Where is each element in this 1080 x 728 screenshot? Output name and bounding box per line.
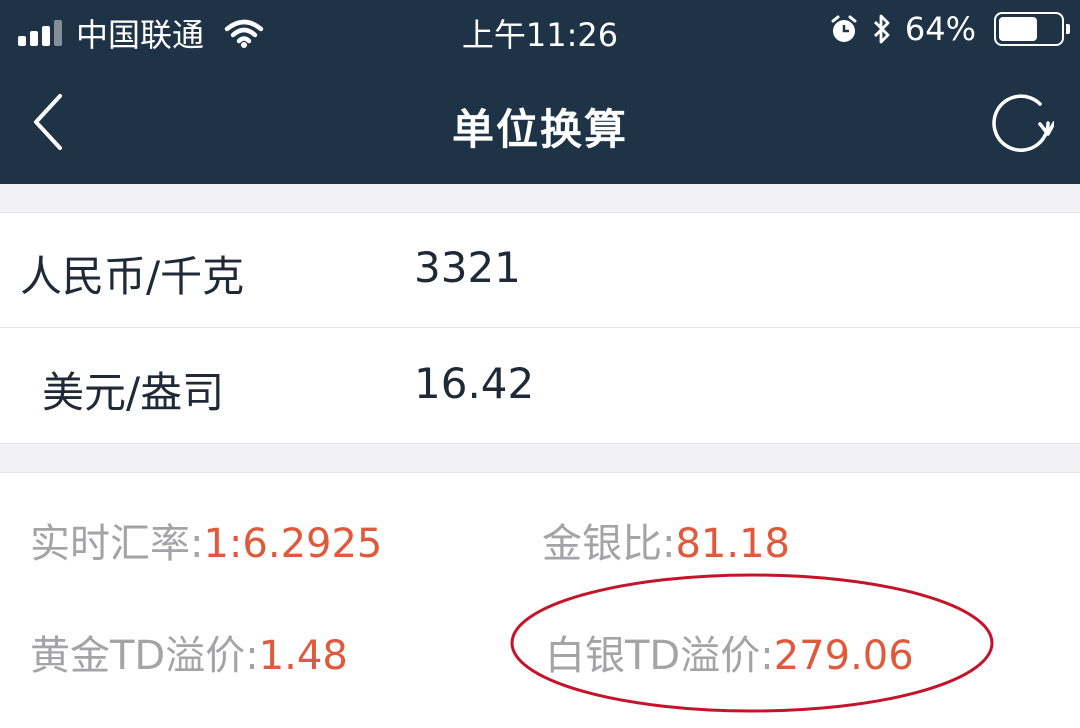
nav-bar: 单位换算 [0, 62, 1080, 184]
conversion-card: 人民币/千克 3321 美元/盎司 16.42 [0, 212, 1080, 444]
refresh-icon[interactable] [988, 90, 1054, 156]
stat-gold-silver-ratio: 金银比:81.18 [542, 511, 790, 569]
stat-silver-td-premium: 白银TD溢价:279.06 [545, 623, 914, 681]
stat-value: 81.18 [675, 521, 790, 567]
stat-gold-td-premium: 黄金TD溢价:1.48 [30, 623, 348, 681]
stat-value: 1:6.2925 [203, 521, 383, 567]
conversion-row-rmb[interactable]: 人民币/千克 3321 [0, 213, 1080, 328]
stat-label: 白银TD溢价: [545, 633, 774, 679]
stat-exchange-rate: 实时汇率:1:6.2925 [30, 511, 382, 569]
battery-percent: 64% [904, 10, 976, 48]
alarm-icon [831, 15, 857, 42]
battery-icon [994, 12, 1070, 46]
conversion-row-usd[interactable]: 美元/盎司 16.42 [0, 329, 1080, 444]
app-header: 中国联通 上午11:26 64% 单位换算 [0, 0, 1080, 184]
stat-label: 黄金TD溢价: [30, 633, 259, 679]
stat-label: 实时汇率: [30, 521, 204, 567]
status-right: 64% [829, 10, 1070, 48]
battery-level-fill [999, 17, 1038, 41]
unit-input-rmb[interactable]: 3321 [414, 243, 521, 292]
bluetooth-icon [873, 14, 890, 44]
stat-value: 1.48 [258, 633, 348, 679]
unit-label-usd: 美元/盎司 [42, 368, 225, 417]
page-title: 单位换算 [451, 105, 628, 154]
stat-label: 金银比: [542, 521, 676, 567]
stat-value: 279.06 [773, 633, 914, 679]
stats-card: 实时汇率:1:6.2925 金银比:81.18 黄金TD溢价:1.48 白银TD… [0, 472, 1080, 728]
unit-label-rmb: 人民币/千克 [20, 252, 245, 301]
status-bar: 中国联通 上午11:26 64% [0, 0, 1080, 62]
unit-input-usd[interactable]: 16.42 [414, 359, 534, 408]
